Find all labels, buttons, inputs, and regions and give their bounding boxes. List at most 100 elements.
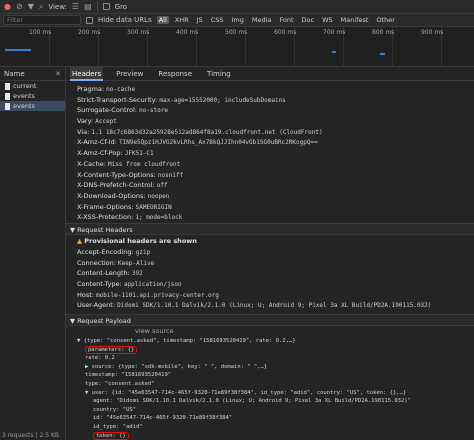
payload-line[interactable]: type: "consent.asked" bbox=[66, 380, 474, 389]
header-name: Via: bbox=[77, 127, 90, 136]
tab-preview[interactable]: Preview bbox=[114, 67, 145, 81]
request-item-label: events bbox=[13, 102, 35, 110]
highlighted-payload-field: parameters: {} bbox=[85, 345, 138, 354]
payload-line[interactable]: token: {} bbox=[66, 431, 474, 440]
filter-input[interactable] bbox=[3, 15, 81, 25]
type-filter-other[interactable]: Other bbox=[374, 16, 396, 24]
name-column-header[interactable]: Name ✕ bbox=[0, 67, 65, 81]
type-filter-img[interactable]: Img bbox=[229, 16, 245, 24]
request-item[interactable]: current bbox=[0, 81, 65, 91]
header-row: Strict-Transport-Security: max-age=15552… bbox=[66, 95, 474, 106]
header-row: X-Amz-Cf-Pop: JFK51-C1 bbox=[66, 148, 474, 159]
request-items: current events events bbox=[0, 81, 65, 111]
header-row: Content-Length: 392 bbox=[66, 268, 474, 279]
request-item[interactable]: events bbox=[0, 101, 65, 111]
request-payload-section[interactable]: ▼ Request Payload bbox=[66, 314, 474, 327]
record-icon[interactable]: ● bbox=[4, 2, 11, 11]
payload-line[interactable]: ▼ {type: "consent.asked", timestamp: "15… bbox=[66, 337, 474, 346]
provisional-warning: ▲ Provisional headers are shown bbox=[66, 235, 474, 247]
payload-line[interactable]: agent: "Didomi SDK/1.10.1 Dalvik/2.1.0 (… bbox=[66, 397, 474, 406]
header-name: Accept-Encoding: bbox=[77, 247, 134, 256]
header-row: X-Download-Options: noopen bbox=[66, 191, 474, 202]
header-name: X-Amz-Cf-Id: bbox=[77, 138, 117, 147]
type-filter-media[interactable]: Media bbox=[250, 16, 274, 24]
request-item[interactable]: events bbox=[0, 91, 65, 101]
timeline-tick-label: 700 ms bbox=[323, 29, 346, 36]
header-row: Host: mobile-1101.api.privacy-center.org bbox=[66, 290, 474, 301]
header-row: Connection: Keep-Alive bbox=[66, 258, 474, 269]
overview-icon[interactable]: ▤ bbox=[84, 2, 92, 11]
view-source-link[interactable]: view source bbox=[135, 327, 174, 335]
large-rows-icon[interactable]: ☰ bbox=[72, 2, 79, 11]
header-name: X-Amz-Cf-Pop: bbox=[77, 149, 123, 158]
network-toolbar: ● ⊘ ▼ ⌕ View: ☰ ▤ Gro bbox=[0, 0, 474, 14]
close-icon[interactable]: ✕ bbox=[55, 70, 61, 78]
header-row: Via: 1.1 18c7c6863d32a25928e512ad864f8a1… bbox=[66, 127, 474, 138]
detail-tabs: Headers Preview Response Timing bbox=[66, 67, 474, 81]
view-label: View: bbox=[48, 2, 67, 11]
filter-icon[interactable]: ▼ bbox=[28, 2, 34, 11]
payload-line[interactable]: parameters: {} bbox=[66, 345, 474, 355]
payload-line[interactable]: rate: 0.2 bbox=[66, 354, 474, 363]
payload-text: timestamp: "1581693520419" bbox=[85, 372, 172, 379]
type-filter-doc[interactable]: Doc bbox=[300, 16, 317, 24]
header-row: Pragma: no-cache bbox=[66, 84, 474, 95]
type-filter-xhr[interactable]: XHR bbox=[173, 16, 191, 24]
timeline-tick-label: 800 ms bbox=[372, 29, 395, 36]
header-value: application/json bbox=[123, 281, 182, 288]
request-bar bbox=[332, 51, 336, 53]
clear-icon[interactable]: ⊘ bbox=[16, 2, 23, 11]
header-row: X-Cache: Miss from cloudfront bbox=[66, 159, 474, 170]
search-icon[interactable]: ⌕ bbox=[39, 2, 43, 11]
header-name: Strict-Transport-Security: bbox=[77, 95, 158, 104]
warning-icon: ▲ bbox=[77, 236, 82, 245]
payload-line[interactable]: id: "45e63547-714c-465f-9320-71e89f38f38… bbox=[66, 414, 474, 423]
payload-line[interactable]: timestamp: "1581693520419" bbox=[66, 371, 474, 380]
header-row: Accept-Encoding: gzip bbox=[66, 247, 474, 258]
type-filter-all[interactable]: All bbox=[156, 16, 169, 24]
header-row: User-Agent: Didomi SDK/1.10.1 Dalvik/2.1… bbox=[66, 300, 474, 311]
header-value: JFK51-C1 bbox=[124, 150, 154, 158]
header-name: Content-Length: bbox=[77, 269, 130, 278]
request-payload: ▼ {type: "consent.asked", timestamp: "15… bbox=[66, 337, 474, 440]
type-filter-manifest[interactable]: Manifest bbox=[339, 16, 371, 24]
payload-text: agent: "Didomi SDK/1.10.1 Dalvik/2.1.0 (… bbox=[93, 398, 411, 405]
payload-text: ▼ user: {id: "45e63547-714c-465f-9320-71… bbox=[85, 389, 407, 396]
header-value: Keep-Alive bbox=[118, 259, 155, 267]
timeline-overview[interactable]: 100 ms 200 ms 300 ms 400 ms 500 ms 600 ms 700 … bbox=[0, 27, 474, 67]
type-filter-css[interactable]: CSS bbox=[209, 16, 226, 24]
header-name: X-Download-Options: bbox=[77, 191, 146, 200]
group-label: Gro bbox=[114, 2, 128, 11]
tab-headers[interactable]: Headers bbox=[70, 67, 104, 81]
header-name: Surrogate-Control: bbox=[77, 106, 137, 115]
payload-line[interactable]: id_type: "adid" bbox=[66, 423, 474, 432]
group-checkbox[interactable] bbox=[102, 3, 110, 10]
request-headers-section[interactable]: ▼ Request Headers bbox=[66, 222, 474, 235]
tab-timing[interactable]: Timing bbox=[205, 67, 233, 81]
header-row: X-DNS-Prefetch-Control: off bbox=[66, 180, 474, 191]
payload-line[interactable]: ▼ user: {id: "45e63547-714c-465f-9320-71… bbox=[66, 389, 474, 398]
tab-response[interactable]: Response bbox=[156, 67, 194, 81]
header-row: X-Amz-Cf-Id: TIN9e5Qpz1HJVG2kvLRhs_Ax78k… bbox=[66, 137, 474, 148]
highlighted-payload-field: token: {} bbox=[93, 431, 129, 440]
header-row: Surrogate-Control: no-store bbox=[66, 105, 474, 116]
payload-text: ▼ {type: "consent.asked", timestamp: "15… bbox=[77, 338, 296, 345]
timeline-tick-label: 600 ms bbox=[274, 29, 297, 36]
timeline-tick-label: 300 ms bbox=[127, 29, 150, 36]
timeline-tick-label: 500 ms bbox=[225, 29, 248, 36]
payload-line[interactable]: country: "US" bbox=[66, 406, 474, 415]
header-name: X-Cache: bbox=[77, 159, 106, 168]
payload-text: country: "US" bbox=[93, 406, 137, 413]
request-item-label: events bbox=[13, 92, 35, 100]
request-bar bbox=[5, 49, 31, 51]
type-filter-font[interactable]: Font bbox=[277, 16, 295, 24]
hide-data-urls-checkbox[interactable] bbox=[86, 16, 93, 24]
header-value: Didomi SDK/1.10.1 Dalvik/2.1.0 (Linux; U… bbox=[117, 302, 432, 310]
payload-line[interactable]: ▶ source: {type: "sdk-mobile", key: " ",… bbox=[66, 363, 474, 372]
type-filter-ws[interactable]: WS bbox=[320, 16, 335, 24]
header-name: Content-Type: bbox=[77, 280, 122, 288]
header-row: X-Content-Type-Options: nosniff bbox=[66, 170, 474, 181]
type-filter-js[interactable]: JS bbox=[195, 16, 205, 24]
header-row: X-XSS-Protection: 1; mode=block bbox=[66, 212, 474, 223]
filter-bar: Hide data URLs All XHR JS CSSImg MediaFont Do… bbox=[0, 14, 474, 27]
